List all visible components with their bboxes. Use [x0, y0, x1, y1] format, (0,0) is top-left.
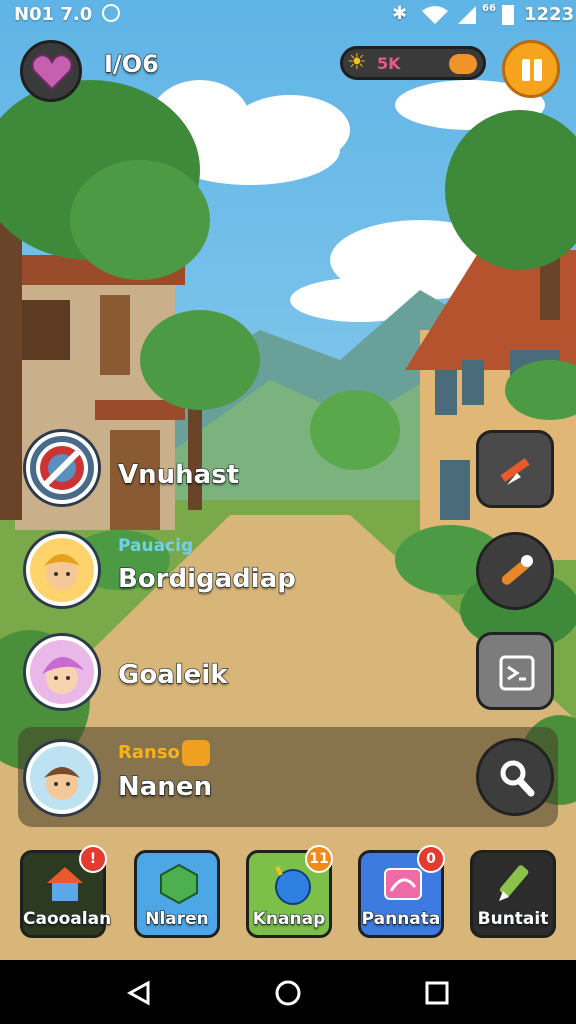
pause-button[interactable]: [502, 40, 560, 98]
character-avatar-icon: [42, 656, 84, 694]
map-button[interactable]: [476, 632, 554, 710]
list-item-2-title[interactable]: Goaleik: [117, 659, 228, 690]
list-item-1-title[interactable]: Bordigadiap: [117, 563, 296, 594]
list-item-0-title[interactable]: Vnuhast: [117, 459, 239, 490]
bottom-item-label: Buntait: [477, 908, 549, 929]
notification-badge: !: [79, 845, 107, 873]
wrench-icon: [501, 555, 533, 585]
back-icon[interactable]: [126, 980, 152, 1006]
hammer-icon: [500, 458, 530, 485]
list-item-1-subtitle: Pauacig: [118, 536, 194, 556]
system-nav-bar: [0, 960, 576, 1024]
list-item-2-avatar[interactable]: [26, 636, 98, 708]
cell-signal-icon: [458, 6, 476, 24]
bottom-item-label: Nlaren: [145, 908, 210, 929]
recents-icon[interactable]: [424, 980, 450, 1006]
status-time: 1223: [524, 4, 575, 25]
search-button[interactable]: [476, 738, 554, 816]
home-icon[interactable]: [274, 979, 302, 1007]
notification-badge: 0: [417, 845, 445, 873]
list-item-3-title[interactable]: Nanen: [117, 771, 212, 802]
clock-icon: [102, 4, 120, 22]
list-item-3-avatar[interactable]: [26, 742, 98, 814]
gift-icon: [384, 868, 422, 900]
house-icon: [47, 867, 83, 901]
bottom-item-edit[interactable]: Buntait: [470, 850, 556, 938]
character-avatar-icon: [44, 554, 80, 590]
status-bar: N01 7.0 ✱ 66 1223: [0, 0, 576, 30]
no-entry-icon: [36, 442, 88, 494]
bottom-item-label: Caooalan: [22, 908, 112, 929]
status-left-text: N01 7.0: [14, 4, 93, 25]
heart-icon: [31, 54, 73, 91]
map-icon: [499, 655, 535, 691]
bottom-item-inventory[interactable]: Nlaren: [134, 850, 220, 938]
wifi-icon: [422, 6, 448, 24]
tools-button[interactable]: [476, 430, 554, 508]
profile-button[interactable]: [20, 40, 82, 102]
search-icon: [500, 760, 535, 797]
bottom-item-home[interactable]: ! Caooalan: [20, 845, 112, 938]
character-avatar-icon: [44, 767, 80, 800]
meter-fill: [449, 54, 477, 74]
shield-badge-icon: [182, 740, 210, 766]
bottom-item-label: Pannata: [361, 908, 441, 929]
bottom-item-label: Knanap: [252, 908, 326, 929]
sun-icon: ☀: [347, 50, 367, 75]
cube-icon: [160, 863, 198, 905]
profile-value: I/O6: [103, 49, 159, 78]
bottom-item-bomb[interactable]: 11 Knanap: [246, 845, 333, 938]
pencil-icon: [499, 865, 529, 901]
list-item-0-icon[interactable]: [26, 432, 98, 504]
notification-badge: 11: [305, 845, 333, 873]
battery-icon: [502, 5, 514, 25]
craft-button[interactable]: [476, 532, 554, 610]
meter-text: 5K: [377, 54, 401, 73]
energy-meter[interactable]: ☀ 5K: [340, 46, 486, 80]
signal-label: 66: [482, 3, 496, 14]
list-item-3-subtitle: Ranso: [118, 742, 180, 763]
list-item-1-avatar[interactable]: [26, 534, 98, 606]
bottom-item-gifts[interactable]: 0 Pannata: [358, 845, 445, 938]
bluetooth-icon: ✱: [392, 3, 408, 24]
